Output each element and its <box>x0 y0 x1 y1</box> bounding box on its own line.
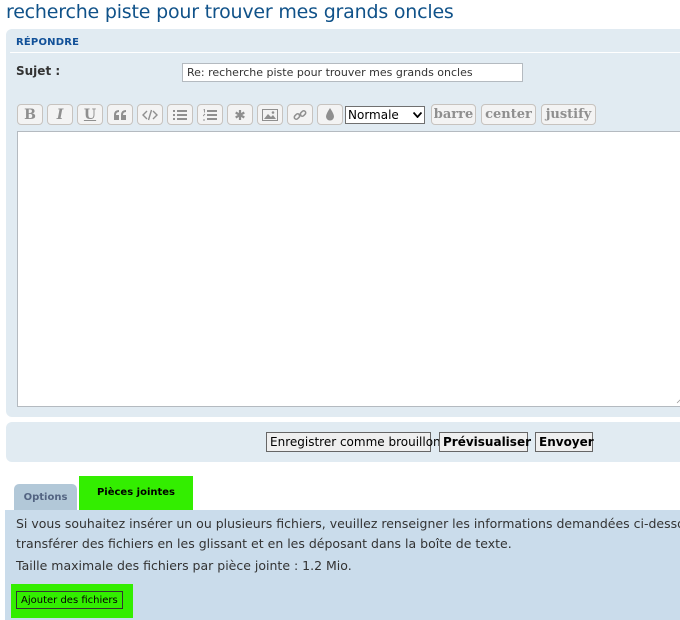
barre-button[interactable]: barre <box>431 104 476 125</box>
submit-button[interactable]: Envoyer <box>535 432 594 452</box>
bold-button[interactable]: B <box>17 104 43 125</box>
subject-label: Sujet : <box>16 64 61 78</box>
header-divider <box>10 52 680 53</box>
max-file-size: Taille maximale des fichiers par pièce j… <box>16 558 352 573</box>
code-button[interactable] <box>137 104 163 125</box>
font-size-value: Normale <box>348 108 399 122</box>
page-title[interactable]: recherche piste pour trouver mes grands … <box>6 1 454 23</box>
reply-panel: RÉPONDRE Sujet : B I U Normal <box>6 29 680 417</box>
attachments-info: Si vous souhaitez insérer un ou plusieur… <box>16 514 680 554</box>
quote-button[interactable] <box>107 104 133 125</box>
barre-label: barre <box>433 107 474 122</box>
justify-button[interactable]: justify <box>541 104 596 125</box>
image-icon <box>262 108 278 121</box>
justify-label: justify <box>545 107 592 122</box>
attachments-info-line2: transférer des fichiers en les glissant … <box>16 536 512 551</box>
center-button[interactable]: center <box>481 104 536 125</box>
resize-grip-icon[interactable] <box>676 396 680 404</box>
subject-input[interactable] <box>182 63 523 82</box>
preview-button[interactable]: Prévisualiser <box>439 432 531 452</box>
message-textarea[interactable] <box>17 131 680 407</box>
chevron-down-icon <box>413 112 422 118</box>
image-button[interactable] <box>257 104 283 125</box>
bold-icon: B <box>24 106 36 123</box>
underline-button[interactable]: U <box>77 104 103 125</box>
save-draft-button[interactable]: Enregistrer comme brouillon <box>266 432 441 452</box>
link-button[interactable] <box>287 104 313 125</box>
font-size-select[interactable]: Normale <box>345 106 425 124</box>
underline-icon: U <box>83 106 97 123</box>
list-button[interactable] <box>167 104 193 125</box>
attachments-info-line1: Si vous souhaitez insérer un ou plusieur… <box>16 516 680 531</box>
italic-icon: I <box>56 106 64 123</box>
color-drop-icon <box>326 108 334 121</box>
numbered-list-icon <box>203 108 217 120</box>
add-files-button[interactable]: Ajouter des fichiers <box>16 591 123 609</box>
link-icon <box>293 109 307 120</box>
tab-options[interactable]: Options <box>14 484 77 510</box>
color-button[interactable] <box>317 104 343 125</box>
tab-attachments[interactable]: Pièces jointes <box>79 476 193 512</box>
italic-button[interactable]: I <box>47 104 73 125</box>
list-icon <box>173 109 187 120</box>
code-icon <box>142 109 158 120</box>
numbered-list-button[interactable] <box>197 104 223 125</box>
reply-header: RÉPONDRE <box>16 37 80 48</box>
list-item-icon <box>235 109 245 120</box>
center-label: center <box>485 107 532 122</box>
quote-icon <box>114 109 126 120</box>
list-item-button[interactable] <box>227 104 253 125</box>
